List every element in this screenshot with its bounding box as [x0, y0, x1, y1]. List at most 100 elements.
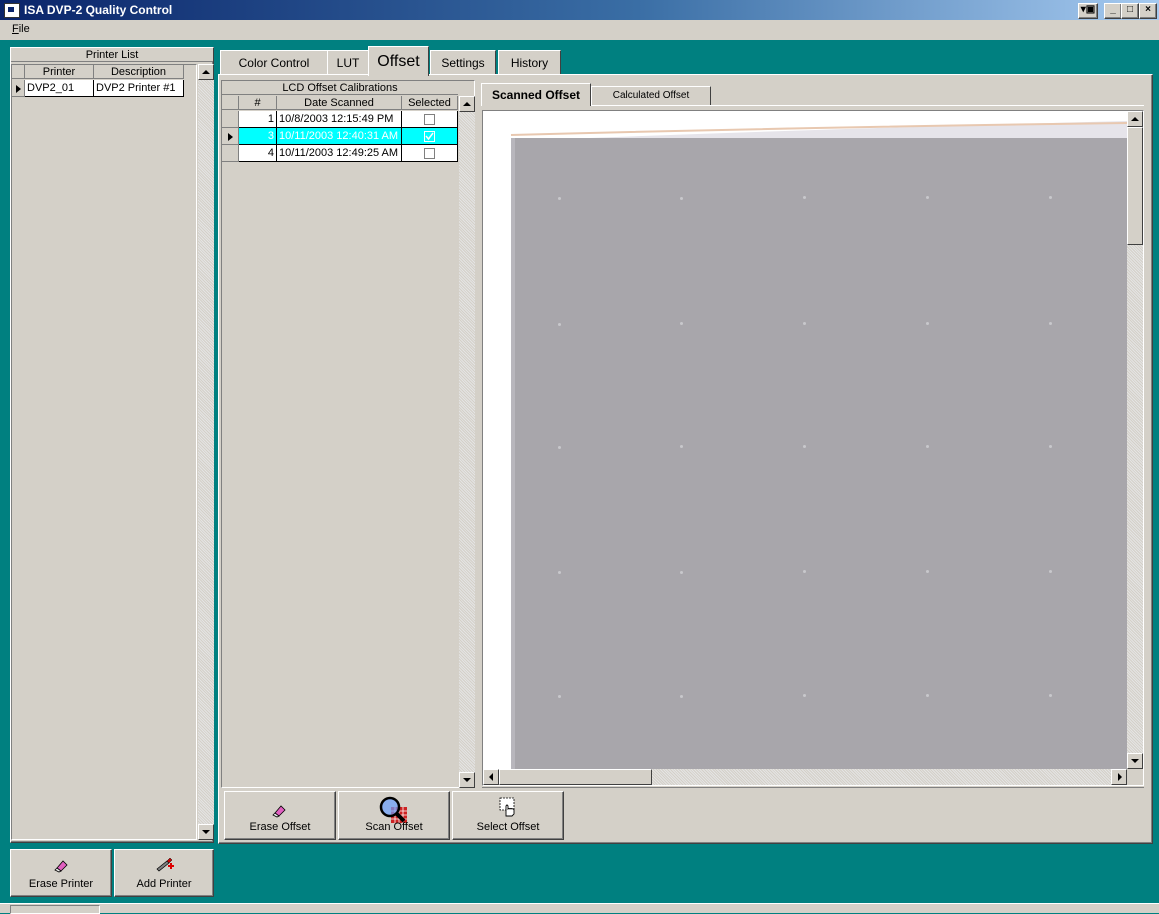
- scanned-offset-viewer[interactable]: [482, 110, 1144, 786]
- calibrations-panel: LCD Offset Calibrations # Date Scanned S…: [221, 80, 475, 788]
- scroll-left-button[interactable]: [483, 769, 499, 785]
- row-selector-current[interactable]: [222, 128, 239, 145]
- tab-offset[interactable]: Offset: [368, 46, 429, 76]
- viewer-horizontal-scrollbar[interactable]: [483, 769, 1127, 785]
- calibration-dot: [926, 570, 929, 573]
- close-button[interactable]: ×: [1139, 3, 1157, 19]
- scroll-down-button[interactable]: [1127, 753, 1143, 769]
- scroll-right-button[interactable]: [1111, 769, 1127, 785]
- scan-offset-label: Scan Offset: [365, 821, 423, 833]
- scroll-up-button[interactable]: [1127, 111, 1143, 127]
- calibration-dot: [558, 323, 561, 326]
- calibration-dot: [926, 196, 929, 199]
- scan-image-area: [483, 111, 1127, 769]
- select-offset-label: Select Offset: [476, 821, 540, 833]
- vertical-scroll-thumb[interactable]: [1127, 127, 1143, 245]
- scroll-up-button[interactable]: [198, 64, 214, 80]
- calibration-dot: [926, 694, 929, 697]
- tab-settings[interactable]: Settings: [430, 50, 496, 74]
- scroll-down-button[interactable]: [459, 772, 475, 788]
- tab-history[interactable]: History: [498, 50, 561, 74]
- calibration-dot: [680, 695, 683, 698]
- scroll-up-button[interactable]: [459, 96, 475, 112]
- column-header-printer[interactable]: Printer: [25, 65, 94, 79]
- calibration-date-cell[interactable]: 10/8/2003 12:15:49 PM: [277, 111, 402, 128]
- column-header-description[interactable]: Description: [94, 65, 184, 79]
- viewer-vertical-scrollbar[interactable]: [1127, 111, 1143, 769]
- calibration-dot: [803, 322, 806, 325]
- scrollbar-corner: [1127, 769, 1143, 785]
- calibration-date-cell[interactable]: 10/11/2003 12:40:31 AM: [277, 128, 402, 145]
- maximize-button[interactable]: □: [1121, 3, 1139, 19]
- row-selector[interactable]: [222, 111, 239, 128]
- calibration-dot: [558, 446, 561, 449]
- scan-offset-button[interactable]: Scan Offset: [338, 791, 450, 840]
- calibration-dot: [1049, 322, 1052, 325]
- selected-checkbox[interactable]: [424, 114, 435, 125]
- printer-grid-corner: [12, 65, 25, 79]
- calibration-dot: [680, 445, 683, 448]
- printer-cell[interactable]: DVP2_01: [25, 80, 94, 97]
- calibration-number-cell[interactable]: 1: [239, 111, 277, 128]
- calibration-date-cell[interactable]: 10/11/2003 12:49:25 AM: [277, 145, 402, 162]
- horizontal-scroll-thumb[interactable]: [499, 769, 652, 785]
- row-selector-current[interactable]: [12, 80, 25, 97]
- tab-color-control[interactable]: Color Control: [220, 50, 328, 74]
- calibration-dot: [1049, 570, 1052, 573]
- arrow-right-icon: [1118, 773, 1122, 781]
- offset-tab-panel: LCD Offset Calibrations # Date Scanned S…: [218, 74, 1153, 844]
- minimize-button[interactable]: _: [1104, 3, 1122, 19]
- calibration-number-cell[interactable]: 3: [239, 128, 277, 145]
- calibration-dot: [558, 571, 561, 574]
- menu-bar: File: [0, 20, 1159, 40]
- description-cell[interactable]: DVP2 Printer #1: [94, 80, 184, 97]
- title-bar[interactable]: ISA DVP-2 Quality Control ▾▣ _ □ ×: [0, 0, 1159, 20]
- select-offset-button[interactable]: Select Offset: [452, 791, 564, 840]
- calibrations-scrollbar[interactable]: [459, 96, 475, 788]
- printer-list-title: Printer List: [11, 48, 213, 62]
- tab-lut[interactable]: LUT: [327, 50, 369, 74]
- tab-scanned-offset[interactable]: Scanned Offset: [481, 83, 591, 106]
- calibrations-grid[interactable]: # Date Scanned Selected 1 10/8/2003 12:1…: [222, 96, 458, 788]
- calibrations-title: LCD Offset Calibrations: [222, 81, 458, 95]
- calibration-dot: [803, 694, 806, 697]
- column-header-selected[interactable]: Selected: [402, 96, 458, 110]
- current-row-arrow-icon: [16, 85, 21, 93]
- erase-offset-button[interactable]: Erase Offset: [224, 791, 336, 840]
- calibration-dot: [803, 196, 806, 199]
- column-header-number[interactable]: #: [239, 96, 277, 110]
- selected-checkbox-checked[interactable]: [424, 131, 435, 142]
- calibration-selected-cell[interactable]: [402, 128, 458, 145]
- status-bar: [0, 903, 1159, 914]
- checkmark-icon: [425, 132, 434, 141]
- pencil-plus-icon: [156, 857, 174, 872]
- column-header-date-scanned[interactable]: Date Scanned: [277, 96, 402, 110]
- add-printer-label: Add Printer: [136, 878, 192, 890]
- restore-mdi-button[interactable]: ▾▣: [1078, 3, 1098, 19]
- printer-grid[interactable]: Printer Description DVP2_01 DVP2 Printer…: [11, 64, 197, 840]
- tab-calculated-offset[interactable]: Calculated Offset: [591, 86, 711, 105]
- calibration-dot: [926, 445, 929, 448]
- calibration-selected-cell[interactable]: [402, 145, 458, 162]
- hand-pointer-icon: [499, 797, 515, 817]
- scroll-down-button[interactable]: [198, 824, 214, 840]
- viewer-bottom-divider: [482, 787, 1144, 788]
- arrow-down-icon: [463, 778, 471, 782]
- calibration-number-cell[interactable]: 4: [239, 145, 277, 162]
- row-selector[interactable]: [222, 145, 239, 162]
- window-title: ISA DVP-2 Quality Control: [24, 3, 173, 17]
- selected-checkbox[interactable]: [424, 148, 435, 159]
- arrow-down-icon: [1131, 759, 1139, 763]
- calibrations-grid-corner: [222, 96, 239, 110]
- printer-list-scrollbar[interactable]: [198, 64, 214, 840]
- add-printer-button[interactable]: Add Printer: [114, 849, 214, 897]
- calibration-selected-cell[interactable]: [402, 111, 458, 128]
- arrow-up-icon: [463, 102, 471, 106]
- menu-file[interactable]: File: [12, 23, 30, 35]
- calibration-dot: [1049, 196, 1052, 199]
- erase-printer-button[interactable]: Erase Printer: [10, 849, 112, 897]
- calibration-dot: [558, 695, 561, 698]
- printer-list-panel: Printer List Printer Description DVP2_01…: [10, 47, 214, 843]
- calibration-dot: [803, 570, 806, 573]
- calibration-dot: [680, 197, 683, 200]
